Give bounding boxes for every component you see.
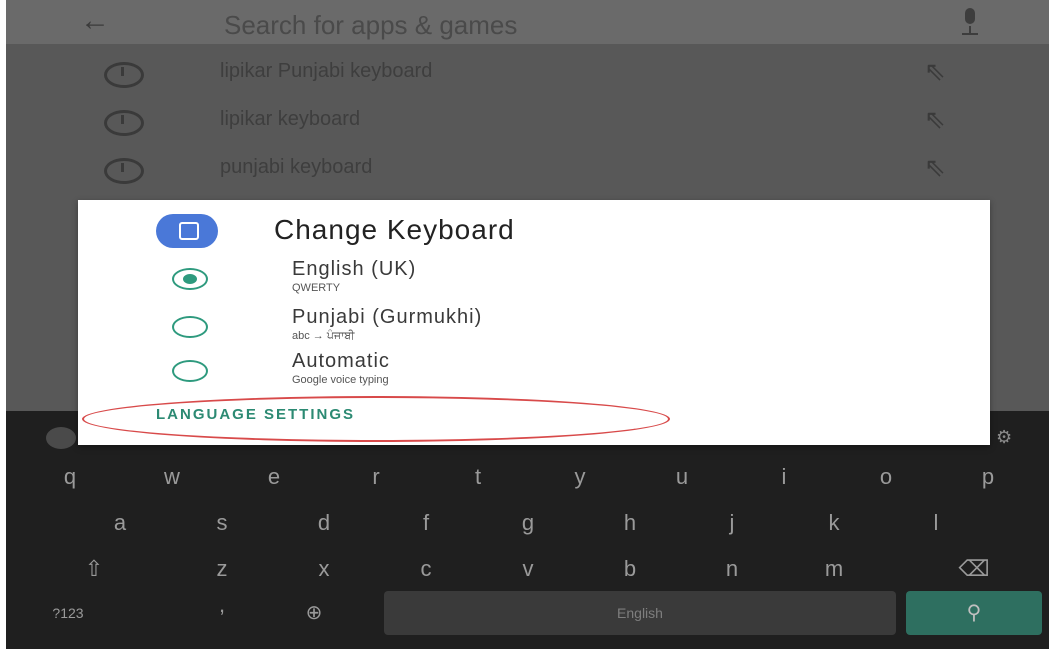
history-item[interactable]: lipikar Punjabi keyboard ⇖ xyxy=(6,56,1049,102)
fill-query-arrow-icon[interactable]: ⇖ xyxy=(924,104,946,135)
keyboard-settings-icon[interactable]: ⚙ xyxy=(996,427,1012,448)
key[interactable]: x xyxy=(286,547,362,591)
history-term: punjabi keyboard xyxy=(220,156,373,178)
history-clock-icon xyxy=(104,110,144,136)
key[interactable]: a xyxy=(82,501,158,545)
dialog-title: Change Keyboard xyxy=(274,214,515,245)
key[interactable]: b xyxy=(592,547,668,591)
key-row-3: ⇧ z x c v b n m ⌫ xyxy=(6,547,1049,597)
comma-key[interactable]: , xyxy=(184,583,260,627)
key[interactable]: f xyxy=(388,501,464,545)
key[interactable]: c xyxy=(388,547,464,591)
option-name: English (UK) xyxy=(292,258,417,280)
key[interactable]: u xyxy=(644,455,720,499)
key[interactable]: v xyxy=(490,547,566,591)
radio-unselected-icon[interactable] xyxy=(172,316,208,338)
option-subtitle: abc → ਪੰਜਾਬੀ xyxy=(292,330,355,342)
history-clock-icon xyxy=(104,158,144,184)
key[interactable]: m xyxy=(796,547,872,591)
radio-selected-icon[interactable] xyxy=(172,268,208,290)
keyboard: ⚙ q w e r t y u i o p a s d f g h j k l … xyxy=(6,411,1049,649)
option-subtitle: QWERTY xyxy=(292,282,341,294)
key[interactable]: l xyxy=(898,501,974,545)
space-bar[interactable]: English xyxy=(384,591,896,635)
key-row-1: q w e r t y u i o p xyxy=(6,455,1049,505)
back-arrow-icon[interactable]: ← xyxy=(80,4,110,38)
option-name: Automatic xyxy=(292,350,390,372)
symbols-key[interactable]: ?123 xyxy=(30,591,106,635)
keyboard-icon xyxy=(156,214,218,248)
key[interactable]: t xyxy=(440,455,516,499)
history-clock-icon xyxy=(104,62,144,88)
key-row-2: a s d f g h j k l xyxy=(6,501,1049,551)
key[interactable]: i xyxy=(746,455,822,499)
key[interactable]: o xyxy=(848,455,924,499)
search-input[interactable]: Search for apps & games xyxy=(224,10,517,41)
key[interactable]: d xyxy=(286,501,362,545)
history-term: lipikar Punjabi keyboard xyxy=(220,60,433,82)
key[interactable]: w xyxy=(134,455,210,499)
history-item[interactable]: lipikar keyboard ⇖ xyxy=(6,104,1049,150)
key[interactable]: j xyxy=(694,501,770,545)
keyboard-option-automatic[interactable]: Automatic Google voice typing xyxy=(78,350,990,396)
fill-query-arrow-icon[interactable]: ⇖ xyxy=(924,56,946,87)
keyboard-option-punjabi[interactable]: Punjabi (Gurmukhi) abc → ਪੰਜਾਬੀ xyxy=(78,306,990,352)
key[interactable]: y xyxy=(542,455,618,499)
phone-screen: ← Search for apps & games lipikar Punjab… xyxy=(6,0,1049,649)
key[interactable]: e xyxy=(236,455,312,499)
search-enter-key[interactable]: ⚲ xyxy=(906,591,1042,635)
fill-query-arrow-icon[interactable]: ⇖ xyxy=(924,152,946,183)
key[interactable]: k xyxy=(796,501,872,545)
microphone-icon[interactable] xyxy=(956,6,984,38)
key[interactable]: h xyxy=(592,501,668,545)
history-term: lipikar keyboard xyxy=(220,108,361,130)
backspace-key-icon[interactable]: ⌫ xyxy=(936,547,1012,591)
shift-key-icon[interactable]: ⇧ xyxy=(56,547,132,591)
key[interactable]: s xyxy=(184,501,260,545)
history-item[interactable]: punjabi keyboard ⇖ xyxy=(6,152,1049,198)
highlight-oval xyxy=(82,396,670,442)
change-keyboard-dialog: Change Keyboard English (UK) QWERTY Punj… xyxy=(78,200,990,445)
option-name: Punjabi (Gurmukhi) xyxy=(292,306,483,328)
keyboard-suggestion-icon[interactable] xyxy=(46,427,76,449)
globe-icon[interactable]: ⊕ xyxy=(276,591,352,635)
key[interactable]: r xyxy=(338,455,414,499)
keyboard-option-english[interactable]: English (UK) QWERTY xyxy=(78,258,990,304)
radio-unselected-icon[interactable] xyxy=(172,360,208,382)
key[interactable]: n xyxy=(694,547,770,591)
search-bar[interactable]: ← Search for apps & games xyxy=(6,0,1049,44)
key[interactable]: p xyxy=(950,455,1026,499)
key[interactable]: q xyxy=(32,455,108,499)
key[interactable]: g xyxy=(490,501,566,545)
option-subtitle: Google voice typing xyxy=(292,374,389,386)
